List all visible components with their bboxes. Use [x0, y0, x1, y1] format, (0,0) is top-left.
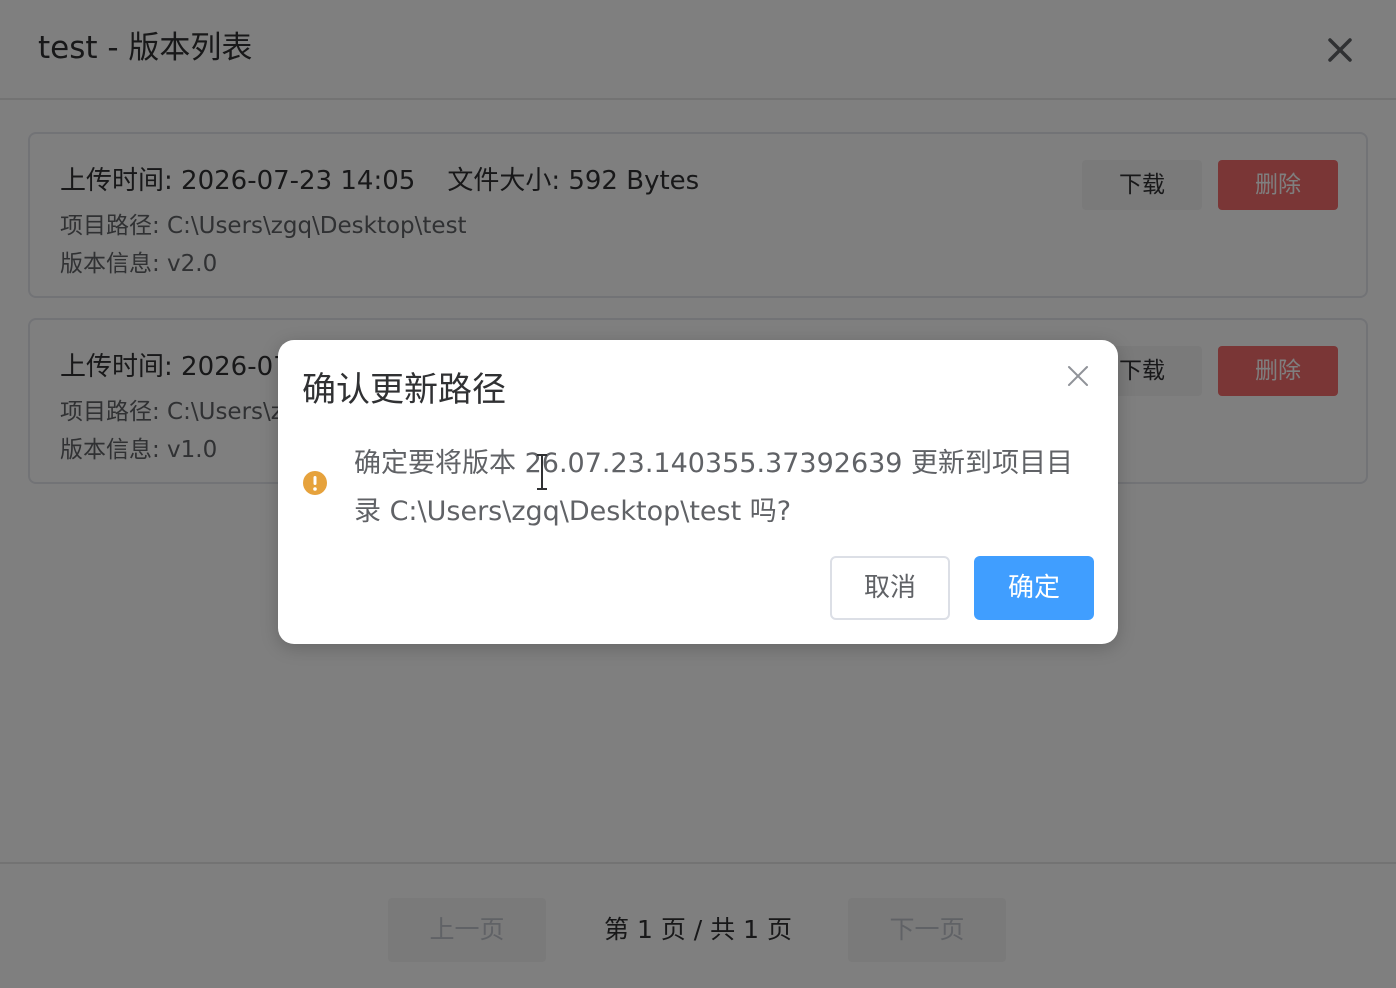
- close-icon[interactable]: [1064, 362, 1092, 390]
- dialog-title: 确认更新路径: [302, 370, 506, 410]
- text-cursor-icon: [537, 454, 547, 490]
- cancel-button[interactable]: 取消: [830, 556, 950, 620]
- confirm-dialog: 确认更新路径 确定要将版本 26.07.23.140355.37392639 更…: [278, 340, 1118, 644]
- dialog-message: 确定要将版本 26.07.23.140355.37392639 更新到项目目录 …: [354, 448, 1074, 527]
- confirm-button[interactable]: 确定: [974, 556, 1094, 620]
- warning-icon: [303, 471, 327, 495]
